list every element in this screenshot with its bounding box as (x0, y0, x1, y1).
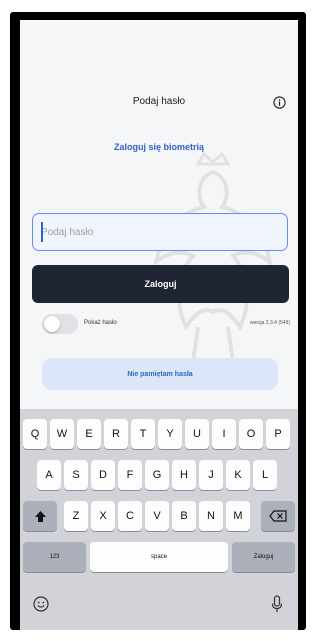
emoji-icon[interactable] (33, 596, 49, 612)
key-c[interactable]: C (118, 501, 142, 531)
numbers-key[interactable]: 123 (23, 542, 86, 572)
shift-icon (34, 510, 46, 522)
forgot-password-button[interactable]: Nie pamiętam hasła (42, 358, 278, 390)
microphone-icon[interactable] (271, 595, 283, 613)
key-m[interactable]: M (226, 501, 250, 531)
version-label: wersja 2.3.4 (549) (249, 320, 290, 326)
backspace-key[interactable] (261, 501, 295, 531)
page-title: Podaj hasło (132, 96, 186, 107)
key-z[interactable]: Z (64, 501, 88, 531)
key-d[interactable]: D (91, 460, 115, 490)
return-key[interactable]: Zaloguj (232, 542, 295, 572)
key-n[interactable]: N (199, 501, 223, 531)
key-y[interactable]: Y (158, 419, 182, 449)
login-button[interactable]: Zaloguj (32, 265, 289, 303)
backspace-icon (269, 510, 287, 522)
login-screen: Podaj hasło Zaloguj się biometrią Podaj … (20, 20, 298, 630)
key-b[interactable]: B (172, 501, 196, 531)
key-w[interactable]: W (50, 419, 74, 449)
text-caret (41, 222, 43, 242)
key-s[interactable]: S (64, 460, 88, 490)
key-e[interactable]: E (77, 419, 101, 449)
key-i[interactable]: I (212, 419, 236, 449)
key-l[interactable]: L (253, 460, 277, 490)
toggle-knob (44, 316, 60, 332)
keyboard: Q W E R T Y U I O P A S D F G H J K L Z … (20, 409, 298, 630)
biometric-login-link[interactable]: Zaloguj się biometrią (20, 142, 298, 152)
key-f[interactable]: F (118, 460, 142, 490)
key-o[interactable]: O (239, 419, 263, 449)
key-t[interactable]: T (131, 419, 155, 449)
key-k[interactable]: K (226, 460, 250, 490)
info-icon[interactable] (273, 96, 286, 109)
key-q[interactable]: Q (23, 419, 47, 449)
password-placeholder: Podaj hasło (41, 226, 94, 238)
key-u[interactable]: U (185, 419, 209, 449)
key-h[interactable]: H (172, 460, 196, 490)
show-password-toggle[interactable] (42, 314, 78, 334)
key-g[interactable]: G (145, 460, 169, 490)
key-p[interactable]: P (266, 419, 290, 449)
show-password-label: Pokaż hasło (84, 320, 117, 326)
shift-key[interactable] (23, 501, 57, 531)
key-j[interactable]: J (199, 460, 223, 490)
space-key[interactable]: space (90, 542, 228, 572)
key-r[interactable]: R (104, 419, 128, 449)
key-a[interactable]: A (37, 460, 61, 490)
key-x[interactable]: X (91, 501, 115, 531)
password-input[interactable]: Podaj hasło (32, 213, 288, 251)
key-v[interactable]: V (145, 501, 169, 531)
